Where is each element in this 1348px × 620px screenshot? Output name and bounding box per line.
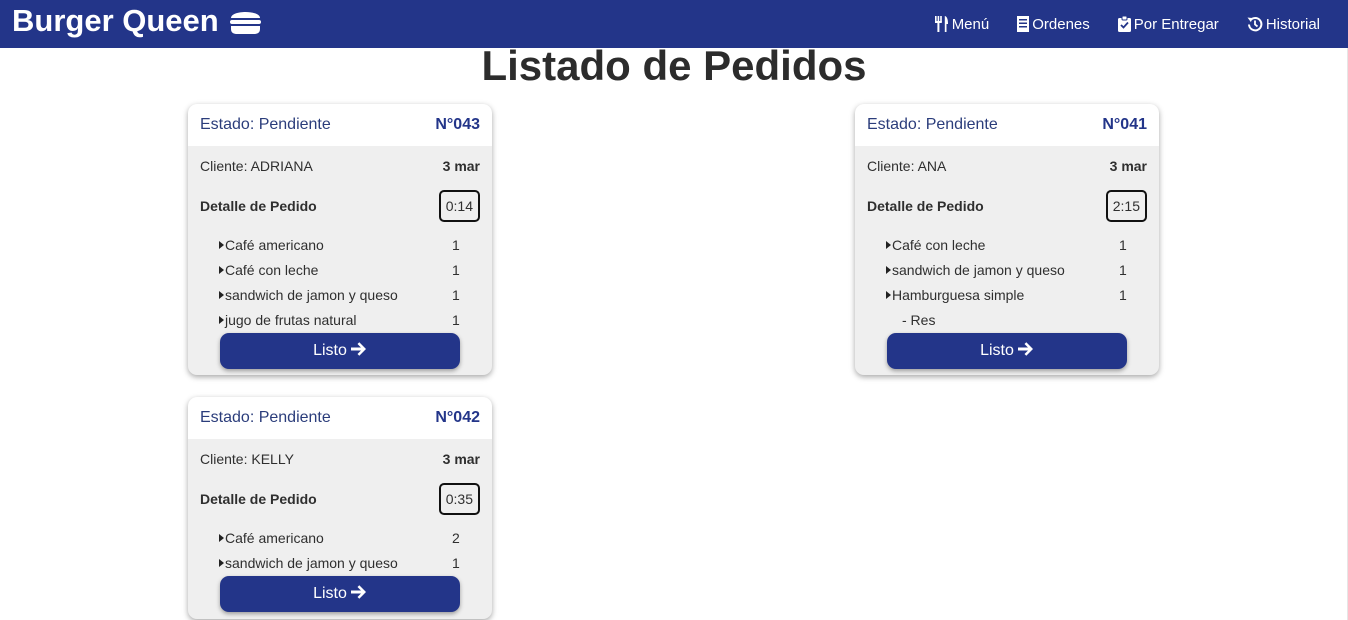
arrow-right-icon — [1017, 341, 1034, 361]
item-name: Café con leche — [225, 262, 319, 278]
item-qty: 1 — [1119, 237, 1127, 253]
detail-label: Detalle de Pedido — [200, 198, 317, 214]
client-row: Cliente: KELLY 3 mar — [188, 439, 492, 479]
order-timer: 0:14 — [438, 190, 480, 222]
client-row: Cliente: ADRIANA 3 mar — [188, 146, 492, 186]
order-item: sandwich de jamon y queso 1 — [188, 551, 492, 576]
order-item: Café con leche 1 — [188, 258, 492, 283]
card-header: Estado: Pendiente N°042 — [188, 397, 492, 439]
order-items: Café con leche 1 sandwich de jamon y que… — [855, 226, 1159, 333]
item-qty: 1 — [1119, 287, 1127, 303]
order-item: Café con leche 1 — [855, 233, 1159, 258]
client-row: Cliente: ANA 3 mar — [855, 146, 1159, 186]
item-name: Café americano — [225, 530, 324, 546]
detail-row: Detalle de Pedido 0:14 — [188, 186, 492, 226]
item-qty: 1 — [452, 312, 460, 328]
order-timer: 0:35 — [438, 483, 480, 515]
history-icon — [1247, 16, 1263, 32]
item-option: - Res — [855, 308, 1159, 333]
item-option-text: - Res — [902, 312, 936, 328]
card-header: Estado: Pendiente N°041 — [855, 104, 1159, 146]
button-label: Listo — [313, 585, 347, 602]
order-card: Estado: Pendiente N°043 Cliente: ADRIANA… — [188, 104, 492, 375]
client-name: Cliente: ANA — [867, 158, 947, 174]
item-name: sandwich de jamon y queso — [225, 287, 398, 303]
arrow-right-icon — [350, 341, 367, 361]
item-name: Café con leche — [892, 237, 986, 253]
client-name: Cliente: ADRIANA — [200, 158, 313, 174]
item-name: Hamburguesa simple — [892, 287, 1025, 303]
order-item: Hamburguesa simple 1 — [855, 283, 1159, 308]
item-name: sandwich de jamon y queso — [892, 262, 1065, 278]
page-title: Listado de Pedidos — [481, 42, 867, 89]
order-item: Café americano 2 — [188, 526, 492, 551]
order-items: Café americano 2 sandwich de jamon y que… — [188, 519, 492, 576]
nav-label: Por Entregar — [1133, 15, 1219, 33]
nav-label: Ordenes — [1032, 15, 1090, 33]
nav-item-historial[interactable]: Historial — [1247, 16, 1320, 33]
brand[interactable]: Burger Queen — [12, 3, 262, 39]
card-header: Estado: Pendiente N°043 — [188, 104, 492, 146]
order-number: N°041 — [1102, 116, 1147, 133]
order-number: N°043 — [435, 116, 480, 133]
detail-label: Detalle de Pedido — [867, 198, 984, 214]
order-item: Café americano 1 — [188, 233, 492, 258]
item-name: Café americano — [225, 237, 324, 253]
button-label: Listo — [980, 342, 1014, 359]
order-date: 3 mar — [442, 451, 480, 467]
utensils-icon — [934, 16, 949, 32]
order-card: Estado: Pendiente N°042 Cliente: KELLY 3… — [188, 397, 492, 619]
button-label: Listo — [313, 342, 347, 359]
client-name: Cliente: KELLY — [200, 451, 294, 467]
item-qty: 1 — [452, 287, 460, 303]
order-item: sandwich de jamon y queso 1 — [188, 283, 492, 308]
nav-item-por-entregar[interactable]: Por Entregar — [1117, 15, 1219, 33]
order-item: sandwich de jamon y queso 1 — [855, 258, 1159, 283]
item-name: sandwich de jamon y queso — [225, 555, 398, 571]
clipboard-check-icon — [1117, 16, 1131, 32]
order-status: Estado: Pendiente — [200, 116, 331, 133]
detail-row: Detalle de Pedido 2:15 — [855, 186, 1159, 226]
order-item: jugo de frutas natural 1 — [188, 308, 492, 333]
item-qty: 1 — [452, 555, 460, 571]
brand-name: Burger Queen — [12, 3, 219, 38]
item-name: jugo de frutas natural — [225, 312, 357, 328]
listo-button[interactable]: Listo — [220, 333, 460, 369]
item-qty: 1 — [1119, 262, 1127, 278]
nav-item-menu[interactable]: Menú — [934, 15, 990, 33]
detail-row: Detalle de Pedido 0:35 — [188, 479, 492, 519]
order-status: Estado: Pendiente — [867, 116, 998, 133]
order-items: Café americano 1 Café con leche 1 sandwi… — [188, 226, 492, 333]
order-status: Estado: Pendiente — [200, 409, 331, 426]
item-qty: 1 — [452, 237, 460, 253]
receipt-icon — [1017, 16, 1030, 32]
order-number: N°042 — [435, 409, 480, 426]
item-qty: 1 — [452, 262, 460, 278]
order-date: 3 mar — [442, 158, 480, 174]
listo-button[interactable]: Listo — [887, 333, 1127, 369]
order-timer: 2:15 — [1105, 190, 1147, 222]
listo-button[interactable]: Listo — [220, 576, 460, 612]
order-date: 3 mar — [1109, 158, 1147, 174]
nav-label: Historial — [1265, 15, 1320, 33]
nav-label: Menú — [951, 15, 990, 33]
order-card: Estado: Pendiente N°041 Cliente: ANA 3 m… — [855, 104, 1159, 375]
burger-icon — [229, 7, 262, 35]
nav-item-ordenes[interactable]: Ordenes — [1017, 16, 1090, 33]
detail-label: Detalle de Pedido — [200, 491, 317, 507]
arrow-right-icon — [350, 584, 367, 604]
item-qty: 2 — [452, 530, 460, 546]
